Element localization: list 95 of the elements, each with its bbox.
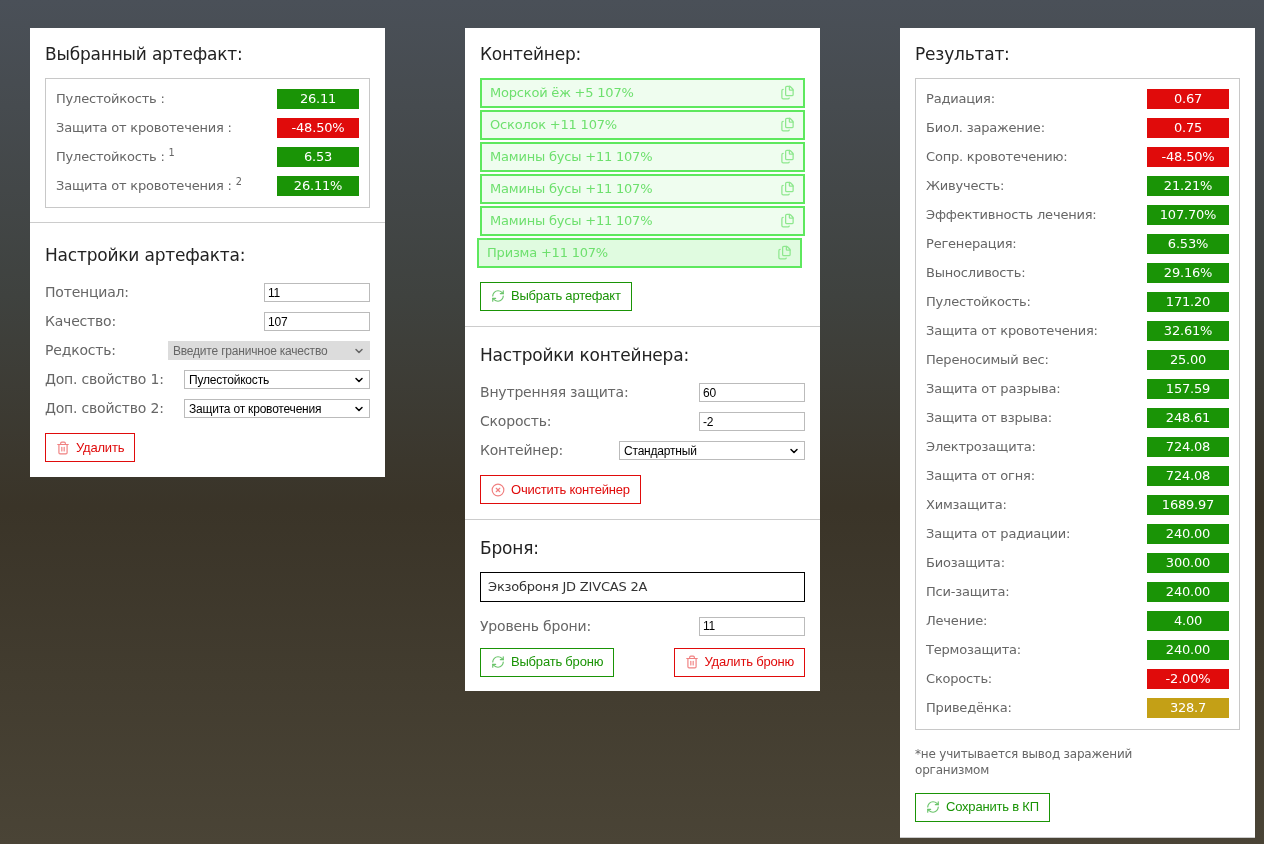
stat-value: 107.70% [1147,205,1229,225]
stat-label: Выносливость: [926,264,1026,283]
field-label: Скорость: [480,412,552,431]
section-title: Выбранный артефакт: [45,43,244,66]
action-button[interactable]: Очистить контейнер [480,475,641,504]
field-label: Потенциал: [45,283,129,302]
document-icon [780,149,795,164]
action-button[interactable]: Удалить броню [673,647,805,677]
stat-value: -48.50% [1147,147,1229,167]
document-icon [780,213,795,228]
stat-value: 240.00 [1147,640,1229,660]
section-title: Броня: [480,537,540,560]
refresh-icon [491,655,505,669]
stat-value: 724.08 [1147,466,1229,486]
stat-label: Защита от кровотечения : $^{2}$ [56,176,242,196]
stat-label: Биол. заражение: [926,119,1045,138]
field-label: Доп. свойство 1: [45,370,164,389]
section-title: Результат: [915,43,1011,66]
armor-field[interactable]: Экзоброня JD ZIVCAS 2A [480,571,805,602]
stat-label: Пулестойкость : [56,90,165,109]
stat-value: 6.53 [277,147,359,167]
trash-icon [684,655,699,669]
section-title: Настройки контейнера: [480,343,690,367]
stat-label: Скорость: [926,670,993,689]
document-icon [780,181,795,196]
stat-label: Термозащита: [926,641,1022,660]
stat-value: -48.50% [277,118,359,138]
input-field[interactable]: 11 [699,616,805,636]
input-field[interactable]: 107 [264,312,370,331]
stat-label: Живучесть: [926,177,1005,196]
stat-label: Сопр. кровотечению: [926,148,1068,167]
stat-label: Защита от огня: [926,467,1035,486]
stat-label: Пси-защита: [926,583,1010,602]
circle-x-icon [491,482,505,497]
stat-label: Защита от взрыва: [926,409,1053,428]
stat-value: 240.00 [1147,524,1229,544]
dropdown[interactable]: Стандартный [619,441,805,460]
stat-value: 724.08 [1147,437,1229,457]
stat-value: 25.00 [1147,350,1229,370]
stat-label: Биозащита: [926,554,1005,573]
action-button[interactable]: Выбрать артефакт [480,281,632,311]
stat-label: Радиация: [926,90,995,109]
stat-label: Приведёнка: [926,699,1012,718]
stat-value: 29.16% [1147,263,1229,283]
stat-value: 6.53% [1147,234,1229,254]
trash-icon [56,440,70,455]
field-label: Внутренняя защита: [480,383,629,402]
document-icon [777,245,792,260]
input-field[interactable]: -2 [699,412,805,431]
stat-label: Защита от разрыва: [926,380,1061,399]
refresh-icon [491,289,505,303]
footnote: *не учитывается вывод заражений организмом [915,745,1134,778]
stat-value: 26.11% [277,176,359,196]
action-button[interactable]: Удалить [45,433,136,462]
action-button[interactable]: Выбрать броню [480,647,615,677]
refresh-icon [926,800,940,814]
dropdown[interactable]: Защита от кровотечения [184,399,370,418]
field-label: Контейнер: [480,441,563,460]
input-field[interactable]: 11 [264,283,370,302]
stat-value: 0.67 [1147,89,1229,109]
stat-label: Эффективность лечения: [926,206,1097,225]
stat-value: 248.61 [1147,408,1229,428]
stat-label: Электрозащита: [926,438,1036,457]
stat-label: Переносимый вес: [926,351,1049,370]
field-label: Редкость: [45,341,116,360]
stat-label: Регенерация: [926,235,1017,254]
section-title: Контейнер: [480,43,583,66]
section-title: Настройки артефакта: [45,243,247,267]
field-label: Уровень брони: [480,616,591,636]
stat-value: 1689.97 [1147,495,1229,515]
document-icon [780,85,795,100]
stat-label: Защита от кровотечения: [926,322,1098,341]
stat-value: 171.20 [1147,292,1229,312]
stat-label: Пулестойкость: [926,293,1031,312]
field-label: Доп. свойство 2: [45,399,164,418]
stat-value: 32.61% [1147,321,1229,341]
stat-value: 157.59 [1147,379,1229,399]
action-button[interactable]: Сохранить в КП [915,792,1050,822]
stat-label: Защита от кровотечения : [56,119,232,138]
stat-value: 240.00 [1147,582,1229,602]
stat-label: Лечение: [926,612,988,631]
stat-value: 26.11 [277,89,359,109]
stat-value: 300.00 [1147,553,1229,573]
stat-label: Защита от радиации: [926,525,1071,544]
stat-label: Пулестойкость : $^{1}$ [56,147,175,167]
dropdown[interactable]: Пулестойкость [184,370,370,389]
stat-value: -2.00% [1147,669,1229,689]
stat-value: 0.75 [1147,118,1229,138]
stat-value: 4.00 [1147,611,1229,631]
stat-value: 21.21% [1147,176,1229,196]
stat-value: 328.7 [1147,698,1229,718]
field-label: Качество: [45,312,116,331]
input-field[interactable]: 60 [699,383,805,402]
document-icon [780,117,795,132]
stat-label: Химзащита: [926,496,1007,515]
